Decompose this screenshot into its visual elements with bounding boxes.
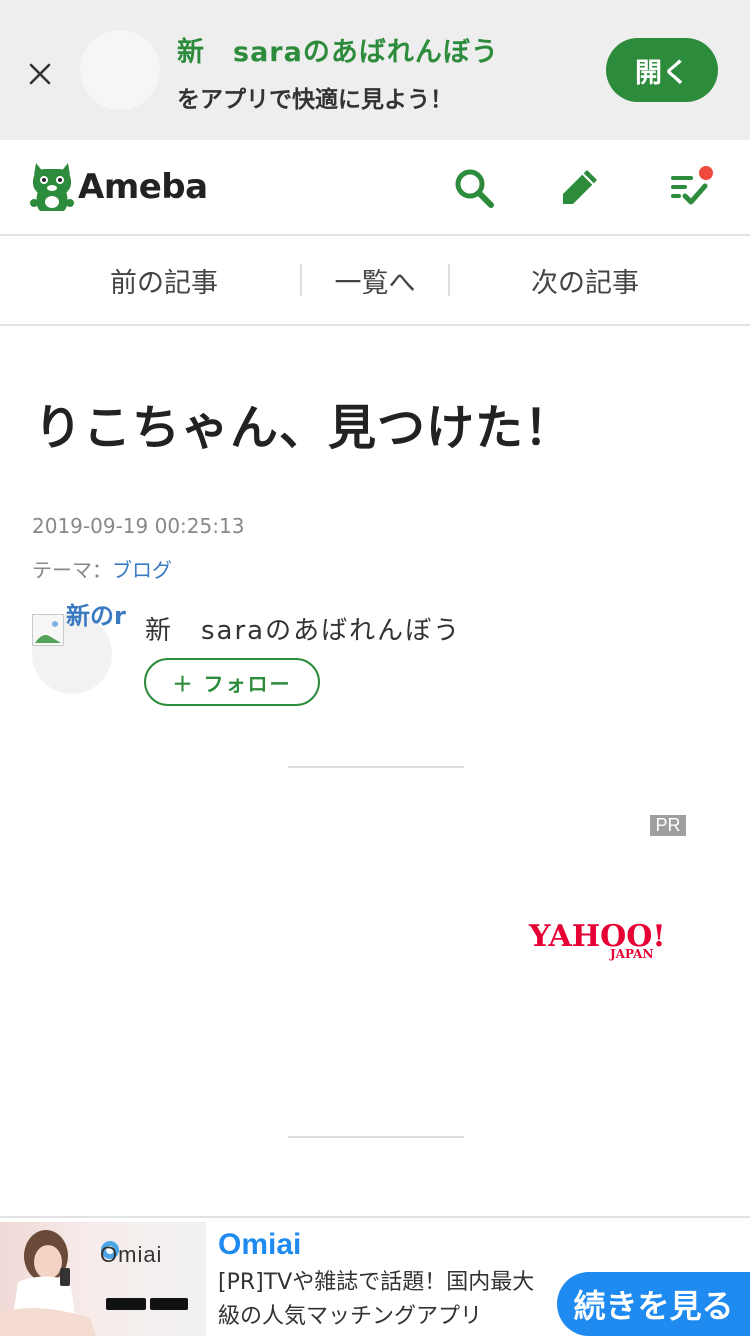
ad-description: [PR]TVや雑誌で話題！国内最大級の人気マッチングアプリ (218, 1270, 535, 1329)
theme-link[interactable]: ブログ (112, 558, 172, 582)
blog-avatar (80, 30, 160, 110)
ad-image-brand: Omiai (100, 1242, 163, 1267)
article-title: りこちゃん、見つけた！ (34, 400, 574, 456)
article-theme: テーマ：ブログ (32, 554, 172, 583)
nav-divider (448, 264, 450, 296)
notification-badge (699, 166, 713, 180)
article-list-link[interactable]: 一覧へ (318, 236, 432, 324)
ameba-logo[interactable]: Ameba (30, 160, 208, 214)
open-app-button[interactable]: 開く (606, 38, 718, 102)
ad-image[interactable]: Omiai (0, 1222, 206, 1336)
author-avatar[interactable]: 新のr (32, 602, 126, 694)
logo-text: Ameba (78, 167, 208, 207)
site-header: Ameba (0, 140, 750, 236)
ameba-mascot-icon (30, 163, 74, 211)
article-date: 2019-09-19 00:25:13 (32, 514, 245, 538)
prev-article-link[interactable]: 前の記事 (80, 236, 248, 324)
nav-divider (300, 264, 302, 296)
banner-subtitle: をアプリで快適に見よう！ (177, 87, 453, 113)
woman-photo-illustration (0, 1230, 188, 1336)
yahoo-logo-sub: JAPAN (609, 947, 653, 961)
follow-button[interactable]: ＋ フォロー (144, 658, 320, 706)
yahoo-japan-logo[interactable]: YAHOO! JAPAN (528, 918, 674, 966)
article-navigation: 前の記事 一覧へ 次の記事 (0, 236, 750, 326)
avatar-alt-text: 新のr (66, 602, 126, 630)
author-name[interactable]: 新 saraのあばれんぼう (145, 610, 461, 647)
app-install-banner: 新 saraのあばれんぼう をアプリで快適に見よう！ 開く (0, 0, 750, 140)
content-divider (288, 1136, 464, 1138)
broken-image-icon (32, 614, 64, 646)
pr-badge: PR (650, 815, 686, 836)
search-icon[interactable] (452, 166, 496, 210)
pencil-icon[interactable] (557, 166, 601, 210)
content-divider (288, 766, 464, 768)
theme-label: テーマ： (32, 558, 112, 582)
bottom-ad-banner[interactable]: Omiai Omiai [PR]TVや雑誌で話題！国内最大級の人気マッチングアプ… (0, 1216, 750, 1336)
ad-title[interactable]: Omiai (218, 1228, 301, 1262)
next-article-link[interactable]: 次の記事 (500, 236, 670, 324)
read-more-button[interactable]: 続きを見る (557, 1272, 750, 1336)
close-icon[interactable] (22, 56, 58, 92)
banner-blog-name: 新 saraのあばれんぼう (177, 37, 499, 68)
